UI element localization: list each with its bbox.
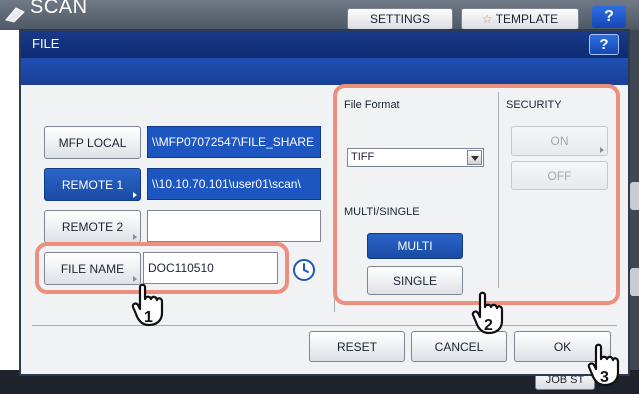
mfp-local-button[interactable]: MFP LOCAL [44,126,141,159]
dialog-band [21,58,628,85]
background-help-button[interactable]: ? [592,6,626,28]
hand-pointer-icon: 3 [587,343,620,387]
scanner-icon [5,7,25,23]
options-highlight [333,84,620,305]
template-tab-label: TEMPLATE [495,12,559,26]
reset-label: RESET [336,339,377,354]
remote-2-button[interactable]: REMOTE 2 [44,210,141,243]
remote-1-label: REMOTE 1 [61,177,124,192]
reset-button[interactable]: RESET [309,331,405,362]
help-label: ? [599,36,609,53]
mfp-local-label: MFP LOCAL [58,135,127,150]
settings-tab-label: SETTINGS [369,12,430,26]
corner-arrow-icon [133,192,137,198]
remote-1-path: \\10.10.70.101\user01\scan\ [152,177,301,191]
background-side-button[interactable] [630,182,639,210]
corner-arrow-icon [133,234,137,240]
screen: SCAN SETTINGS ☆ TEMPLATE ? 09:00 JOB ST … [0,0,639,394]
background-side-button[interactable] [630,268,639,296]
remote-2-label: REMOTE 2 [61,219,124,234]
star-icon: ☆ [481,12,493,26]
hand-pointer-icon: 2 [471,291,504,335]
dialog-header: FILE ? [21,31,628,58]
help-label: ? [604,8,614,25]
mfp-local-path: \\MFP07072547\FILE_SHARE [152,135,315,149]
ok-label: OK [553,339,572,354]
step-3-number: 3 [600,369,609,386]
cancel-label: CANCEL [434,339,484,354]
hand-pointer-icon: 1 [131,283,164,327]
template-tab[interactable]: ☆ TEMPLATE [461,8,579,30]
remote-1-path-field: \\10.10.70.101\user01\scan\ [147,168,321,200]
cancel-button[interactable]: CANCEL [411,331,507,362]
step-1-number: 1 [144,309,153,326]
clock-icon[interactable] [292,258,316,282]
settings-tab[interactable]: SETTINGS [347,8,453,30]
dialog-title: FILE [32,36,60,51]
footer-divider [32,325,617,326]
remote-1-button[interactable]: REMOTE 1 [44,168,141,201]
scan-title: SCAN [30,0,88,18]
dialog-help-button[interactable]: ? [589,34,619,55]
remote-2-path-field [147,210,321,242]
step-2-number: 2 [484,317,493,334]
mfp-local-path-field: \\MFP07072547\FILE_SHARE [147,126,321,158]
